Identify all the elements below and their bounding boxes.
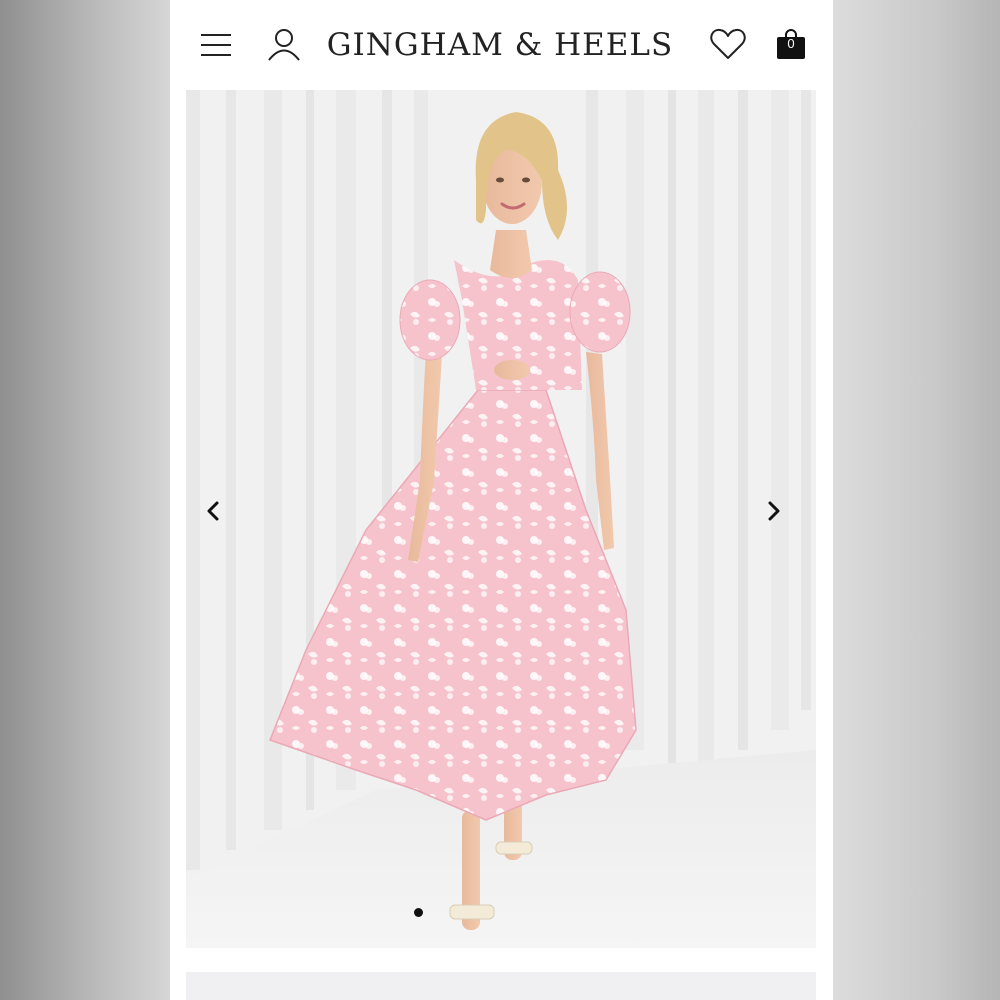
product-photo-illustration — [186, 90, 816, 948]
cart-button[interactable]: 0 — [770, 24, 812, 64]
phone-screen: GINGHAM & HEELS 0 — [170, 0, 833, 1000]
backdrop-left — [0, 0, 170, 1000]
backdrop-right — [833, 0, 1000, 1000]
brand-logo[interactable]: GINGHAM & HEELS — [327, 24, 672, 66]
menu-button[interactable] — [196, 26, 236, 64]
next-image-button[interactable] — [756, 493, 792, 529]
wishlist-button[interactable] — [706, 24, 750, 64]
user-icon — [268, 29, 300, 61]
site-header: GINGHAM & HEELS 0 — [170, 0, 833, 90]
product-info-strip — [186, 972, 816, 1000]
cart-count: 0 — [787, 36, 795, 51]
heart-icon — [710, 28, 746, 59]
hamburger-menu-icon — [201, 34, 231, 56]
prev-image-button[interactable] — [195, 493, 231, 529]
account-button[interactable] — [264, 24, 304, 64]
pagination-dot-active[interactable] — [413, 908, 423, 917]
gallery-pagination — [186, 908, 816, 920]
product-image[interactable] — [186, 90, 816, 948]
chevron-right-icon — [768, 501, 780, 521]
chevron-left-icon — [207, 501, 219, 521]
